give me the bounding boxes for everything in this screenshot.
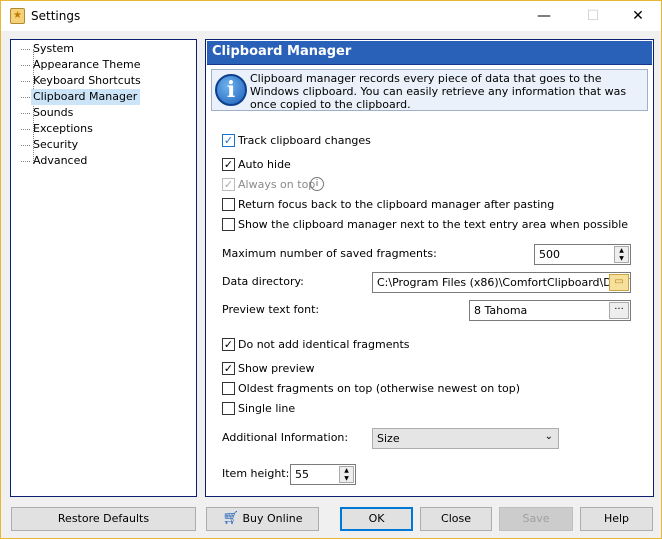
tree-item-clipboard-manager[interactable]: Clipboard Manager (21, 89, 141, 105)
tree-item-keyboard-shortcuts[interactable]: Keyboard Shortcuts (21, 73, 144, 89)
tree-item-label: Clipboard Manager (33, 90, 138, 103)
ok-button[interactable]: OK (340, 507, 413, 531)
tree-item-advanced[interactable]: Advanced (21, 153, 90, 169)
settings-window: ★ Settings — ☐ ✕ System Appearance Theme… (0, 0, 662, 539)
auto-hide-checkbox[interactable]: ✓ (222, 158, 235, 171)
maximize-button: ☐ (586, 8, 600, 24)
max-fragments-spinner[interactable]: 500 ▲ ▼ (534, 244, 631, 265)
app-star-icon: ★ (10, 8, 25, 24)
font-browse-button[interactable]: ··· (609, 302, 629, 319)
max-fragments-value: 500 (539, 248, 560, 261)
show-near-text-label: Show the clipboard manager next to the t… (238, 218, 629, 231)
data-directory-input[interactable]: C:\Program Files (x86)\ComfortClipboard\… (372, 272, 631, 293)
tree-item-label: System (33, 42, 75, 55)
tree-item-sounds[interactable]: Sounds (21, 105, 76, 121)
settings-tree: System Appearance Theme Keyboard Shortcu… (10, 39, 197, 497)
help-button[interactable]: Help (580, 507, 653, 531)
no-identical-label: Do not add identical fragments (238, 338, 410, 351)
info-text: Clipboard manager records every piece of… (250, 72, 627, 111)
always-on-top-label: Always on top (238, 178, 316, 191)
spin-arrows-icon[interactable]: ▲ ▼ (339, 466, 354, 483)
additional-info-select[interactable]: Size ⌄ (372, 428, 559, 449)
tree-item-security[interactable]: Security (21, 137, 81, 153)
preview-font-value: 8 Tahoma (474, 304, 528, 317)
help-info-icon[interactable]: i (310, 177, 324, 191)
tree-item-exceptions[interactable]: Exceptions (21, 121, 96, 137)
save-button: Save (499, 507, 573, 531)
cart-icon: 🛒︎ (222, 511, 239, 526)
item-height-spinner[interactable]: 55 ▲ ▼ (290, 464, 356, 485)
data-directory-value: C:\Program Files (x86)\ComfortClipboard\… (377, 276, 631, 289)
close-window-button[interactable]: ✕ (615, 1, 661, 31)
title-bar: ★ Settings — ☐ ✕ (1, 1, 661, 31)
max-fragments-label: Maximum number of saved fragments: (222, 247, 437, 260)
auto-hide-label: Auto hide (238, 158, 291, 171)
additional-info-value: Size (377, 432, 400, 445)
tree-item-label: Exceptions (33, 122, 93, 135)
info-box: i Clipboard manager records every piece … (211, 69, 648, 111)
preview-font-input[interactable]: 8 Tahoma ··· (469, 300, 631, 321)
track-clipboard-checkbox[interactable]: ✓ (222, 134, 235, 147)
restore-defaults-button[interactable]: Restore Defaults (11, 507, 196, 531)
return-focus-label: Return focus back to the clipboard manag… (238, 198, 555, 211)
preview-font-label: Preview text font: (222, 303, 320, 316)
track-clipboard-label: Track clipboard changes (238, 134, 371, 147)
single-line-checkbox[interactable] (222, 402, 235, 415)
tree-item-appearance-theme[interactable]: Appearance Theme (21, 57, 144, 73)
buy-online-button[interactable]: 🛒︎ Buy Online (206, 507, 319, 531)
oldest-on-top-label: Oldest fragments on top (otherwise newes… (238, 382, 521, 395)
spin-arrows-icon[interactable]: ▲ ▼ (614, 246, 629, 263)
data-directory-label: Data directory: (222, 275, 304, 288)
tree-item-label: Advanced (33, 154, 88, 167)
show-near-text-checkbox[interactable] (222, 218, 235, 231)
page-title: Clipboard Manager (207, 41, 652, 65)
item-height-value: 55 (295, 468, 309, 481)
folder-icon[interactable]: ▭ (609, 274, 629, 291)
additional-info-label: Additional Information: (222, 431, 349, 444)
tree-item-label: Keyboard Shortcuts (33, 74, 141, 87)
tree-item-label: Security (33, 138, 79, 151)
close-button[interactable]: Close (420, 507, 492, 531)
tree-item-label: Sounds (33, 106, 74, 119)
chevron-down-icon: ⌄ (544, 431, 553, 442)
show-preview-checkbox[interactable]: ✓ (222, 362, 235, 375)
window-title: Settings (31, 9, 81, 23)
minimize-button[interactable]: — (521, 1, 567, 31)
info-icon: i (215, 74, 247, 106)
item-height-label: Item height: (222, 467, 290, 480)
tree-item-label: Appearance Theme (33, 58, 141, 71)
always-on-top-checkbox: ✓ (222, 178, 235, 191)
oldest-on-top-checkbox[interactable] (222, 382, 235, 395)
tree-item-system[interactable]: System (21, 41, 77, 57)
single-line-label: Single line (238, 402, 296, 415)
show-preview-label: Show preview (238, 362, 315, 375)
buy-online-label: Buy Online (242, 512, 303, 525)
return-focus-checkbox[interactable] (222, 198, 235, 211)
no-identical-checkbox[interactable]: ✓ (222, 338, 235, 351)
